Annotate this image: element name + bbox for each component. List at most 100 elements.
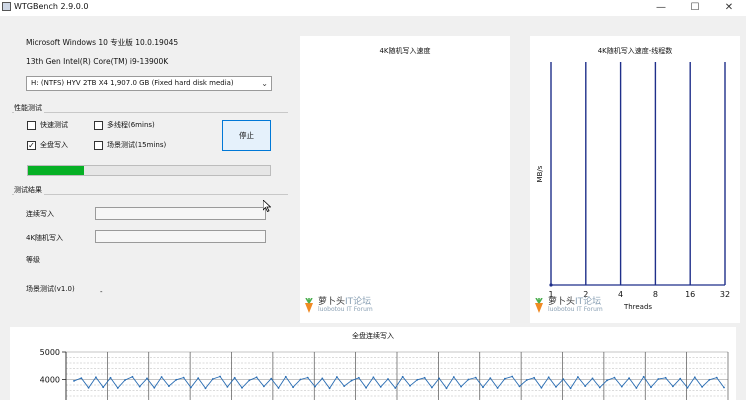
seq-write-point — [263, 385, 265, 388]
scene-test-checkbox[interactable]: 场景测试(15mins) — [94, 140, 166, 150]
close-button[interactable]: ✕ — [712, 0, 746, 16]
carrot-icon — [532, 297, 546, 314]
seq-write-point — [292, 386, 294, 389]
checkmark-icon: ✓ — [27, 140, 36, 150]
x-tick-label: 32 — [720, 290, 730, 299]
seq-write-point — [73, 380, 75, 382]
seq-write-point — [598, 386, 601, 389]
seq-write-point — [211, 378, 214, 380]
seq-write-point — [248, 379, 251, 382]
results-group-border — [12, 194, 288, 195]
multithread-checkbox[interactable]: 多线程(6mins) — [94, 120, 155, 130]
seq-write-point — [489, 377, 492, 379]
seq-write-point — [547, 376, 550, 379]
seq-write-point — [650, 386, 652, 389]
seq-write-point — [109, 376, 112, 379]
results-group-label: 测试结果 — [14, 185, 44, 195]
seq-write-point — [715, 376, 718, 379]
seq-write-point — [664, 376, 667, 379]
main-window: Microsoft Windows 10 专业版 10.0.19045 13th… — [0, 16, 746, 400]
seq-write-point — [613, 376, 616, 379]
full-write-label: 全盘写入 — [40, 141, 68, 149]
x-tick-label: 8 — [653, 290, 658, 299]
origin-point — [549, 283, 553, 287]
chart-title: 4K随机写入速度 — [379, 47, 431, 55]
seq-write-point — [496, 387, 499, 389]
seq-write-point — [190, 386, 192, 389]
minimize-button[interactable]: — — [644, 0, 678, 16]
seq-write-point — [131, 375, 134, 378]
seq-write-point — [504, 377, 506, 380]
seq-write-point — [372, 376, 375, 379]
perf-group-label: 性能测试 — [14, 103, 44, 113]
x-tick-label: 16 — [685, 290, 695, 299]
seq-write-point — [679, 377, 682, 380]
seq-write-point — [606, 379, 608, 382]
seq-write-point — [452, 376, 455, 378]
seq-write-point — [197, 377, 200, 379]
seq-write-point — [431, 386, 433, 389]
forum-logo: 萝卜头IT论坛 luobotou IT Forum — [532, 298, 603, 314]
perf-group-border — [12, 112, 288, 113]
seq-write-point — [277, 387, 280, 389]
disk-select-value: H: (NTFS) HYV 2TB X4 1,907.0 GB (Fixed h… — [31, 79, 234, 87]
seq-write-point — [416, 378, 419, 381]
seq-write-point — [584, 385, 587, 387]
seq-write-point — [620, 385, 623, 388]
seq-write-point — [474, 376, 477, 379]
seq-write-point — [138, 385, 141, 388]
seq-write-series-line — [73, 375, 725, 390]
checkbox-box — [27, 120, 36, 130]
maximize-button[interactable]: ☐ — [678, 0, 712, 16]
test-progress-bar — [27, 165, 271, 176]
seq-write-point — [460, 385, 462, 388]
seq-write-point — [701, 386, 703, 388]
seq-write-point — [401, 375, 404, 378]
seq-write-point — [657, 378, 660, 380]
full-write-checkbox[interactable]: ✓ 全盘写入 — [27, 140, 68, 150]
chevron-down-icon: ⌄ — [261, 79, 268, 88]
seq-write-point — [116, 387, 119, 389]
rand-4k-label: 4K随机写入 — [26, 234, 64, 242]
y-tick-label: 5000 — [40, 348, 60, 357]
mouse-cursor-icon — [263, 200, 271, 212]
seq-write-point — [379, 386, 382, 388]
seq-write-point — [708, 378, 711, 381]
seq-write-point — [182, 376, 185, 379]
seq-write-point — [153, 386, 156, 389]
quick-test-checkbox[interactable]: 快速测试 — [27, 120, 68, 130]
seq-write-point — [394, 387, 397, 389]
title-bar: WTGBench 2.9.0.0 — ☐ ✕ — [0, 0, 746, 16]
seq-write-point — [299, 378, 302, 381]
progress-fill — [28, 166, 84, 175]
seq-write-point — [124, 379, 126, 381]
seq-write-point — [204, 387, 207, 390]
seq-write-point — [102, 386, 105, 389]
seq-write-point — [321, 377, 324, 380]
disk-select[interactable]: H: (NTFS) HYV 2TB X4 1,907.0 GB (Fixed h… — [26, 76, 272, 91]
stop-button[interactable]: 停止 — [222, 120, 271, 151]
seq-write-point — [686, 386, 689, 389]
seq-write-point — [328, 387, 331, 390]
seq-write-point — [284, 375, 287, 378]
seq-write-point — [518, 385, 521, 388]
seq-write-point — [350, 379, 353, 382]
logo-subtitle: luobotou IT Forum — [318, 306, 373, 313]
seq-chart-plot: 500040003000 — [40, 348, 729, 400]
seq-write-point — [357, 376, 360, 379]
grade-label: 等级 — [26, 256, 40, 264]
seq-write-label: 连续写入 — [26, 210, 54, 218]
seq-write-point — [175, 378, 178, 381]
seq-write-field — [95, 207, 266, 220]
seq-write-point — [511, 375, 514, 378]
window-title: WTGBench 2.9.0.0 — [14, 2, 89, 11]
seq-write-point — [569, 387, 572, 390]
seq-write-point — [226, 386, 229, 388]
y-tick-label: 4000 — [40, 376, 60, 385]
seq-write-point — [635, 387, 638, 389]
seq-write-point — [233, 376, 236, 379]
forum-logo: 萝卜头IT论坛 luobotou IT Forum — [302, 298, 373, 314]
chart-full-seq-write: 全盘连续写入 500040003000 — [10, 327, 736, 400]
seq-write-point — [87, 386, 90, 389]
seq-write-point — [628, 377, 630, 379]
